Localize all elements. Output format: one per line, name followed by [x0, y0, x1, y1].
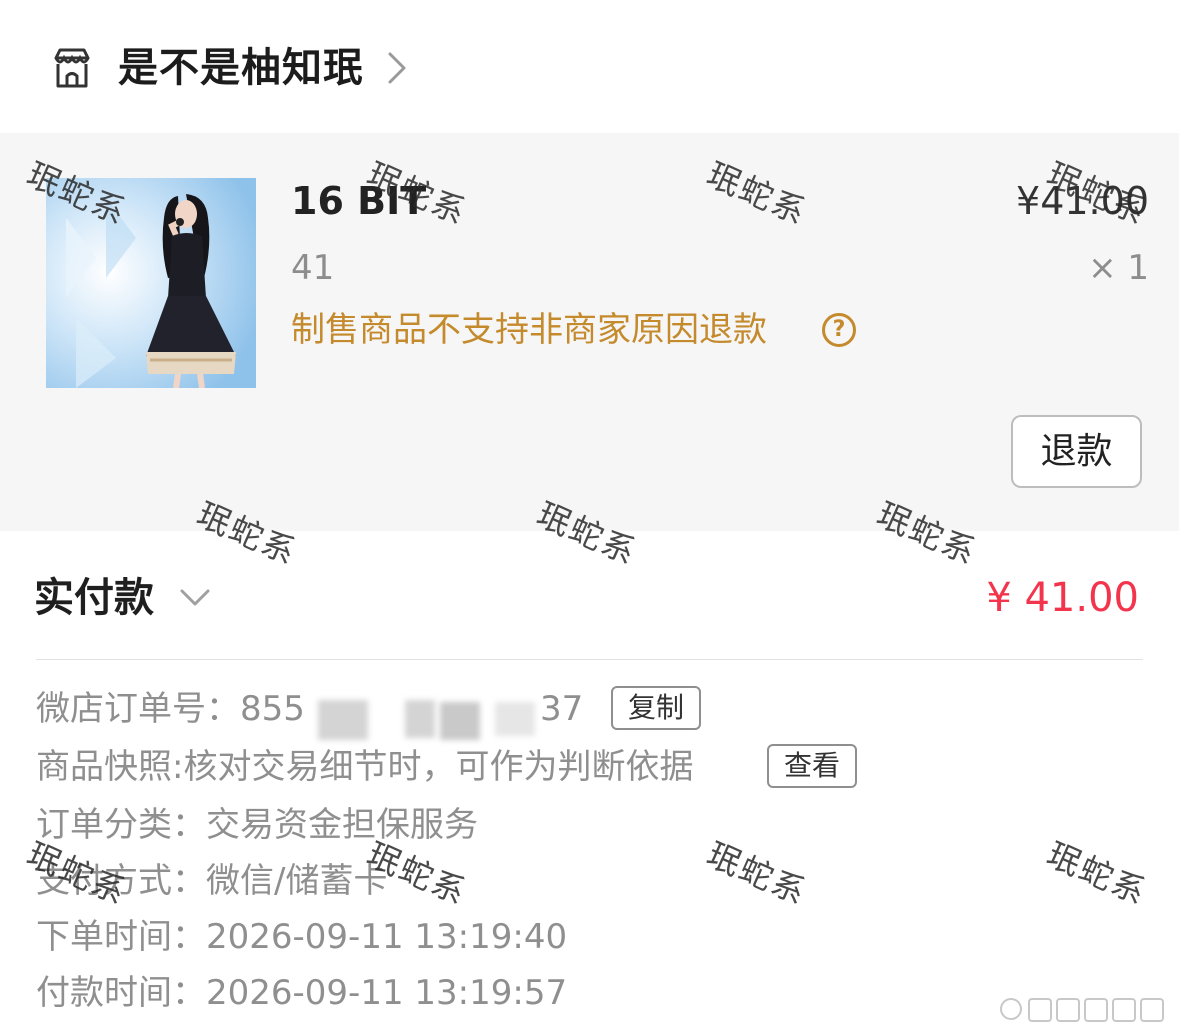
refund-button[interactable]: 退款: [1011, 415, 1142, 488]
order-number-suffix: 37: [540, 689, 584, 729]
snapshot-label: 商品快照:: [36, 747, 184, 787]
product-quantity: × 1: [1088, 248, 1149, 288]
copy-button[interactable]: 复制: [611, 686, 701, 730]
redacted-block: [440, 702, 480, 740]
pay-time-value: 2026-09-11 13:19:57: [206, 973, 568, 1013]
order-time-label: 下单时间：: [36, 917, 206, 957]
pay-method-value: 微信/储蓄卡: [206, 861, 388, 901]
category-row: 订单分类：交易资金担保服务: [36, 802, 478, 848]
redacted-block: [495, 702, 535, 736]
product-card[interactable]: 16 BIT ¥41.00 41 × 1 制售商品不支持非商家原因退款 ? 退款: [0, 133, 1179, 531]
divider: [36, 659, 1143, 660]
order-number-label: 微店订单号：: [36, 689, 240, 729]
store-icon: [54, 48, 90, 88]
order-time-row: 下单时间：2026-09-11 13:19:40: [36, 914, 567, 960]
redacted-block: [318, 700, 368, 740]
order-time-value: 2026-09-11 13:19:40: [206, 917, 568, 957]
order-number-prefix: 855: [240, 689, 305, 729]
redacted-block: [405, 700, 435, 738]
actual-payment-amount: ¥ 41.00: [986, 575, 1139, 621]
pay-time-row: 付款时间：2026-09-11 13:19:57: [36, 970, 567, 1016]
pay-time-label: 付款时间：: [36, 973, 206, 1013]
shop-name[interactable]: 是不是柚知珉: [118, 40, 364, 96]
shop-header[interactable]: 是不是柚知珉: [0, 0, 1179, 133]
category-value: 交易资金担保服务: [206, 805, 478, 845]
chevron-down-icon[interactable]: [178, 582, 212, 612]
product-spec: 41: [291, 248, 335, 288]
snapshot-value: 核对交易细节时，可作为判断依据: [183, 747, 694, 787]
chevron-right-icon[interactable]: [382, 48, 412, 88]
refund-notice: 制售商品不支持非商家原因退款: [291, 310, 767, 350]
order-number-row: 微店订单号：855: [36, 686, 305, 732]
view-snapshot-button[interactable]: 查看: [767, 744, 857, 788]
watermark: 珉蛇系: [701, 834, 814, 913]
help-icon[interactable]: ?: [822, 313, 856, 347]
corner-logo: [1000, 998, 1164, 1022]
snapshot-row: 商品快照: 核对交易细节时，可作为判断依据: [36, 744, 693, 790]
watermark: 珉蛇系: [1041, 834, 1154, 913]
actual-payment-label[interactable]: 实付款: [34, 570, 154, 626]
